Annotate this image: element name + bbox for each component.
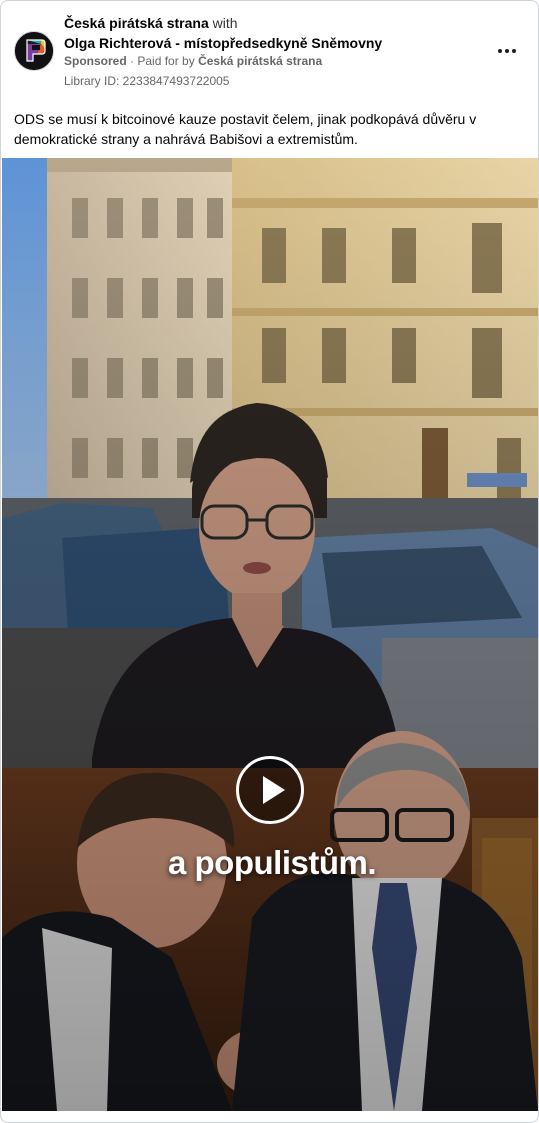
library-id: Library ID: 2233847493722005 <box>64 74 230 88</box>
separator-dot: · <box>130 54 135 68</box>
video-player[interactable]: a populistům. <box>2 158 538 1111</box>
page-avatar[interactable] <box>14 31 54 71</box>
dot <box>498 49 502 53</box>
page-name-link[interactable]: Česká pirátská strana <box>64 15 209 31</box>
with-label: with <box>212 15 238 31</box>
play-icon[interactable] <box>236 756 304 824</box>
play-triangle <box>263 776 285 804</box>
sponsored-line: Sponsored · Paid for by Česká pirátská s… <box>64 54 322 69</box>
dot <box>512 49 516 53</box>
more-options-icon[interactable] <box>491 39 523 63</box>
dot <box>505 49 509 53</box>
payer-name: Česká pirátská strana <box>198 54 323 68</box>
paid-for-label: Paid for by <box>137 54 195 68</box>
video-thumbnail <box>2 158 538 1111</box>
coauthor-link[interactable]: Olga Richterová - místopředsedkyně Sněmo… <box>64 35 382 52</box>
pirate-party-logo-icon <box>15 32 53 70</box>
page-name-line: Česká pirátská strana with <box>64 15 238 32</box>
post-text: ODS se musí k bitcoinové kauze postavit … <box>14 111 477 147</box>
post-header: Česká pirátská strana with Olga Richtero… <box>1 1 538 97</box>
sponsored-label: Sponsored <box>64 54 127 68</box>
ad-card: Česká pirátská strana with Olga Richtero… <box>0 0 539 1123</box>
